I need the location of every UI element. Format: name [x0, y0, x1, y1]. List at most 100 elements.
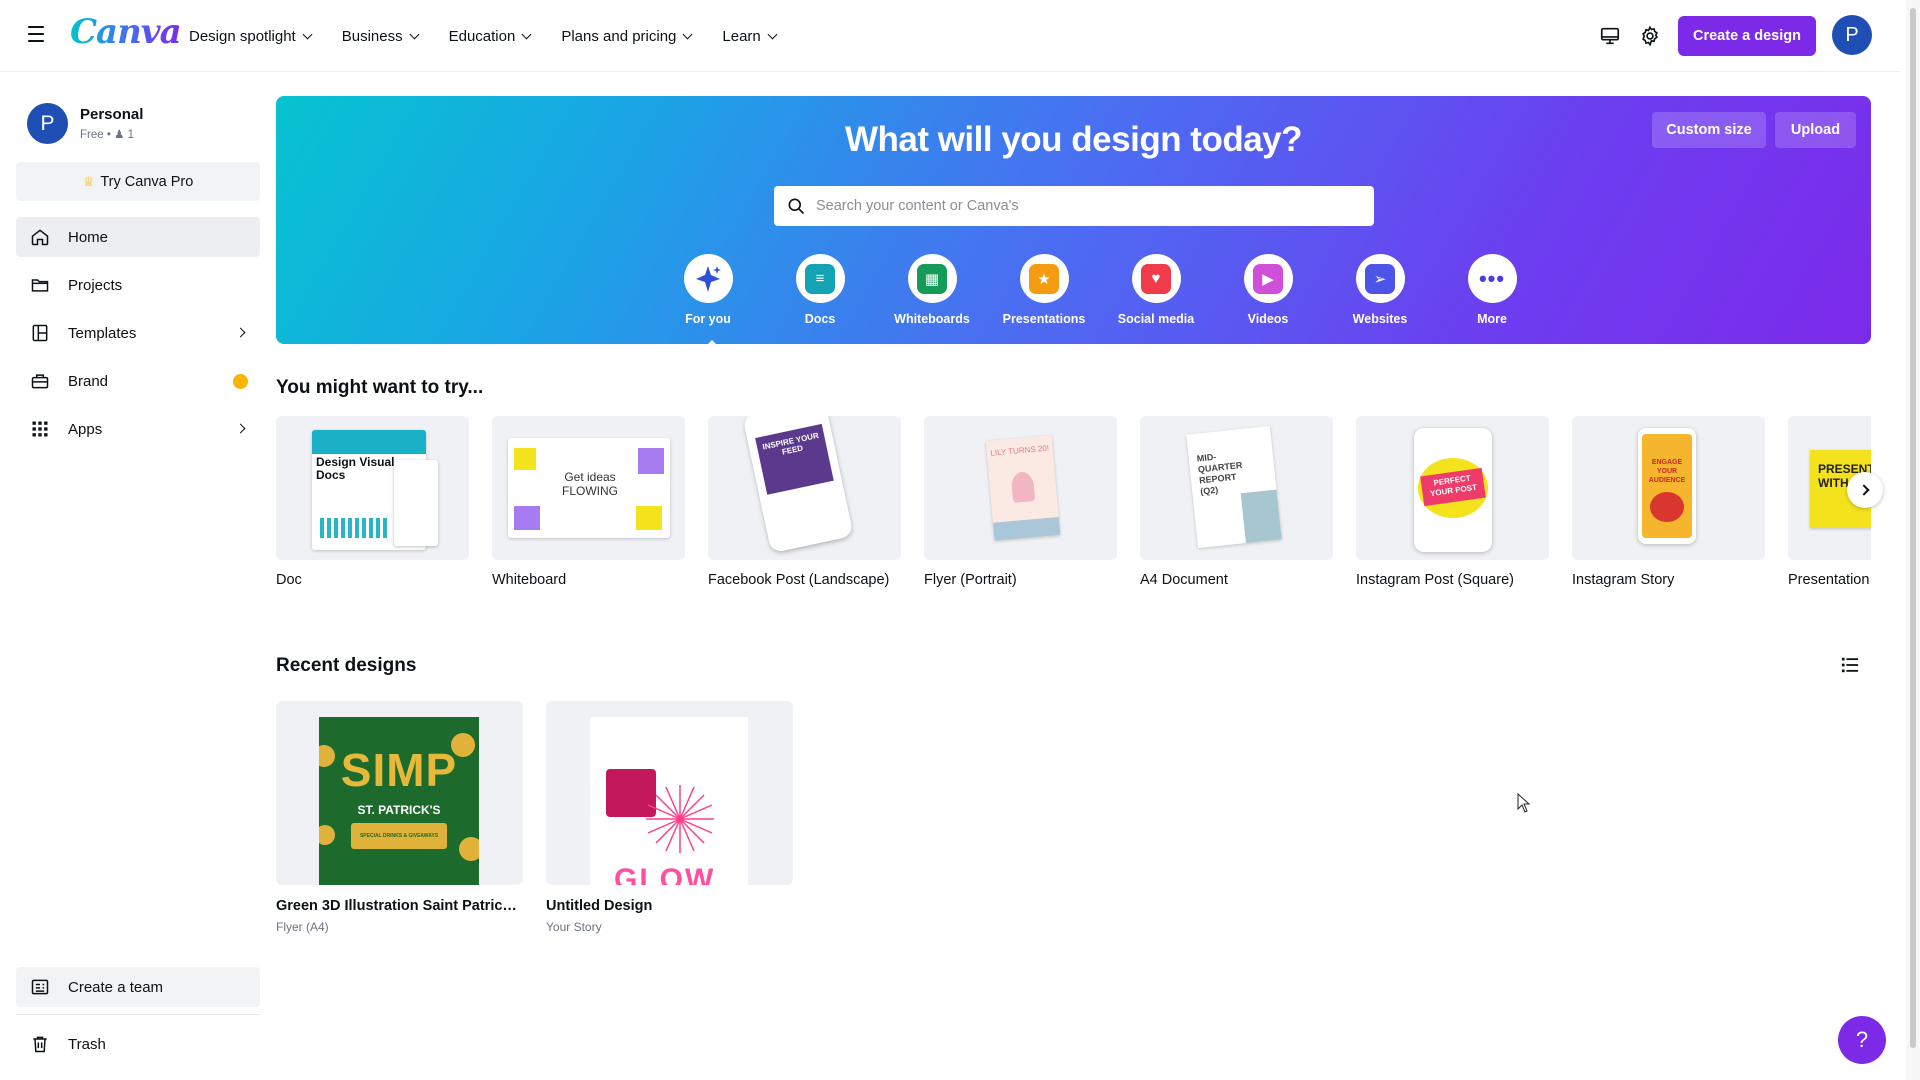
- search-input[interactable]: [816, 198, 1356, 214]
- sidebar-item-label: Templates: [68, 324, 137, 342]
- settings-gear-icon[interactable]: [1639, 25, 1661, 47]
- nav-education[interactable]: Education: [449, 28, 532, 45]
- template-card-flyer[interactable]: LILY TURNS 20! Flyer (Portrait): [924, 416, 1117, 588]
- docs-icon: ≡: [805, 263, 835, 294]
- template-thumbnail: Design Visual Docs: [276, 416, 469, 560]
- sidebar-item-projects[interactable]: Projects: [16, 265, 260, 305]
- design-type: Your Story: [546, 920, 602, 934]
- carousel-next-button[interactable]: [1847, 472, 1883, 508]
- category-social-media[interactable]: ♥ Social media: [1100, 254, 1212, 326]
- chevron-right-icon: [1857, 484, 1870, 496]
- crown-icon: ♕: [82, 173, 95, 189]
- category-label: Websites: [1352, 312, 1408, 326]
- menu-icon[interactable]: [28, 26, 44, 42]
- template-card-instagram-post[interactable]: PERFECT YOUR POST Instagram Post (Square…: [1356, 416, 1549, 588]
- category-docs[interactable]: ≡ Docs: [764, 254, 876, 326]
- nav-label: Design spotlight: [189, 27, 296, 45]
- template-thumbnail: LILY TURNS 20!: [924, 416, 1117, 560]
- template-thumbnail: PERFECT YOUR POST: [1356, 416, 1549, 560]
- custom-size-button[interactable]: Custom size: [1652, 112, 1766, 148]
- thumb-subtitle-text: ST. PATRICK'S: [357, 803, 441, 817]
- category-presentations[interactable]: ★ Presentations: [988, 254, 1100, 326]
- sidebar-item-apps[interactable]: Apps: [16, 409, 260, 449]
- category-label: More: [1477, 312, 1507, 326]
- template-label: Presentation: [1788, 572, 1870, 588]
- category-circle: ➢: [1355, 254, 1405, 303]
- user-avatar[interactable]: P: [1832, 15, 1872, 55]
- sidebar-item-label: Create a team: [68, 978, 164, 996]
- template-label: Flyer (Portrait): [924, 572, 1017, 588]
- hero-title: What will you design today?: [844, 120, 1303, 159]
- chevron-down-icon: [302, 29, 313, 39]
- account-plan-line: Free • ♟ 1: [80, 129, 134, 141]
- category-videos[interactable]: ▶ Videos: [1212, 254, 1324, 326]
- account-name: Personal: [80, 106, 144, 123]
- account-plan: Free: [80, 129, 104, 141]
- create-design-button[interactable]: Create a design: [1678, 16, 1816, 56]
- template-thumbnail: INSPIRE YOUR FEED: [708, 416, 901, 560]
- sidebar-item-label: Apps: [68, 420, 103, 438]
- category-label: Presentations: [1002, 312, 1086, 326]
- category-for-you[interactable]: For you: [652, 254, 764, 348]
- upload-button[interactable]: Upload: [1775, 112, 1856, 148]
- template-label: A4 Document: [1140, 572, 1228, 588]
- divider: [16, 1014, 260, 1015]
- search-bar[interactable]: [774, 186, 1374, 226]
- team-icon: [30, 977, 50, 997]
- sidebar-item-label: Brand: [68, 372, 109, 390]
- sidebar-item-label: Trash: [68, 1035, 106, 1053]
- scrollbar-thumb[interactable]: [1910, 8, 1916, 1048]
- category-whiteboards[interactable]: ▦ Whiteboards: [876, 254, 988, 326]
- category-label: For you: [685, 312, 731, 326]
- help-button[interactable]: ?: [1838, 1016, 1886, 1064]
- category-more[interactable]: ••• More: [1436, 254, 1548, 326]
- search-icon: [788, 198, 805, 215]
- sidebar-item-trash[interactable]: Trash: [16, 1024, 260, 1064]
- create-team-button[interactable]: Create a team: [16, 967, 260, 1007]
- template-card-whiteboard[interactable]: Get ideas FLOWING Whiteboard: [492, 416, 685, 588]
- category-label: Videos: [1247, 312, 1289, 326]
- category-circle: ▦: [907, 254, 957, 303]
- nav-business[interactable]: Business: [342, 28, 420, 45]
- sidebar-item-label: Projects: [68, 276, 123, 294]
- recent-design-card[interactable]: GLOW Untitled Design Your Story: [546, 701, 793, 934]
- thumb-text: MID-QUARTER REPORT (Q2): [1196, 451, 1243, 497]
- chevron-down-icon: [682, 29, 693, 39]
- sidebar-item-home[interactable]: Home: [16, 217, 260, 257]
- list-view-icon[interactable]: [1841, 656, 1859, 674]
- page-scrollbar[interactable]: [1906, 0, 1920, 1080]
- try-pro-label: Try Canva Pro: [100, 173, 194, 190]
- nav-label: Plans and pricing: [561, 27, 677, 45]
- template-card-a4-document[interactable]: MID-QUARTER REPORT (Q2) A4 Document: [1140, 416, 1333, 588]
- template-card-doc[interactable]: Design Visual Docs Doc: [276, 416, 469, 588]
- starburst-graphic: [646, 785, 714, 853]
- nav-design-spotlight[interactable]: Design spotlight: [189, 27, 313, 45]
- recent-design-card[interactable]: SIMP ST. PATRICK'S SPECIAL DRINKS & GIVE…: [276, 701, 523, 934]
- desktop-app-icon[interactable]: [1599, 25, 1621, 47]
- category-websites[interactable]: ➢ Websites: [1324, 254, 1436, 326]
- nav-plans-pricing[interactable]: Plans and pricing: [561, 27, 693, 45]
- mouse-cursor-icon: [1517, 793, 1531, 813]
- category-label: Whiteboards: [894, 312, 970, 326]
- category-circle: •••: [1467, 254, 1517, 303]
- sidebar-item-brand[interactable]: Brand: [16, 361, 260, 401]
- design-thumbnail: SIMP ST. PATRICK'S SPECIAL DRINKS & GIVE…: [276, 701, 523, 885]
- cursor-icon: ➢: [1365, 263, 1395, 294]
- design-type: Flyer (A4): [276, 920, 329, 934]
- nav-learn[interactable]: Learn: [722, 28, 778, 45]
- chevron-right-icon: [235, 423, 246, 434]
- try-canva-pro-button[interactable]: ♕ Try Canva Pro: [16, 162, 260, 201]
- canva-logo[interactable]: Canva: [70, 12, 182, 52]
- category-label: Docs: [804, 312, 836, 326]
- design-title: Green 3D Illustration Saint Patrick'...: [276, 898, 523, 914]
- template-card-instagram-story[interactable]: ENGAGE YOUR AUDIENCE Instagram Story: [1572, 416, 1765, 588]
- home-icon: [30, 227, 50, 247]
- presentation-icon: ★: [1029, 263, 1059, 294]
- template-label: Doc: [276, 572, 302, 588]
- account-switcher[interactable]: P Personal Free • ♟ 1: [27, 103, 143, 144]
- template-card-facebook-post[interactable]: INSPIRE YOUR FEED Facebook Post (Landsca…: [708, 416, 901, 588]
- sidebar-item-templates[interactable]: Templates: [16, 313, 260, 353]
- more-icon: •••: [1478, 265, 1506, 291]
- sidebar-item-label: Home: [68, 228, 109, 246]
- template-thumbnail: ENGAGE YOUR AUDIENCE: [1572, 416, 1765, 560]
